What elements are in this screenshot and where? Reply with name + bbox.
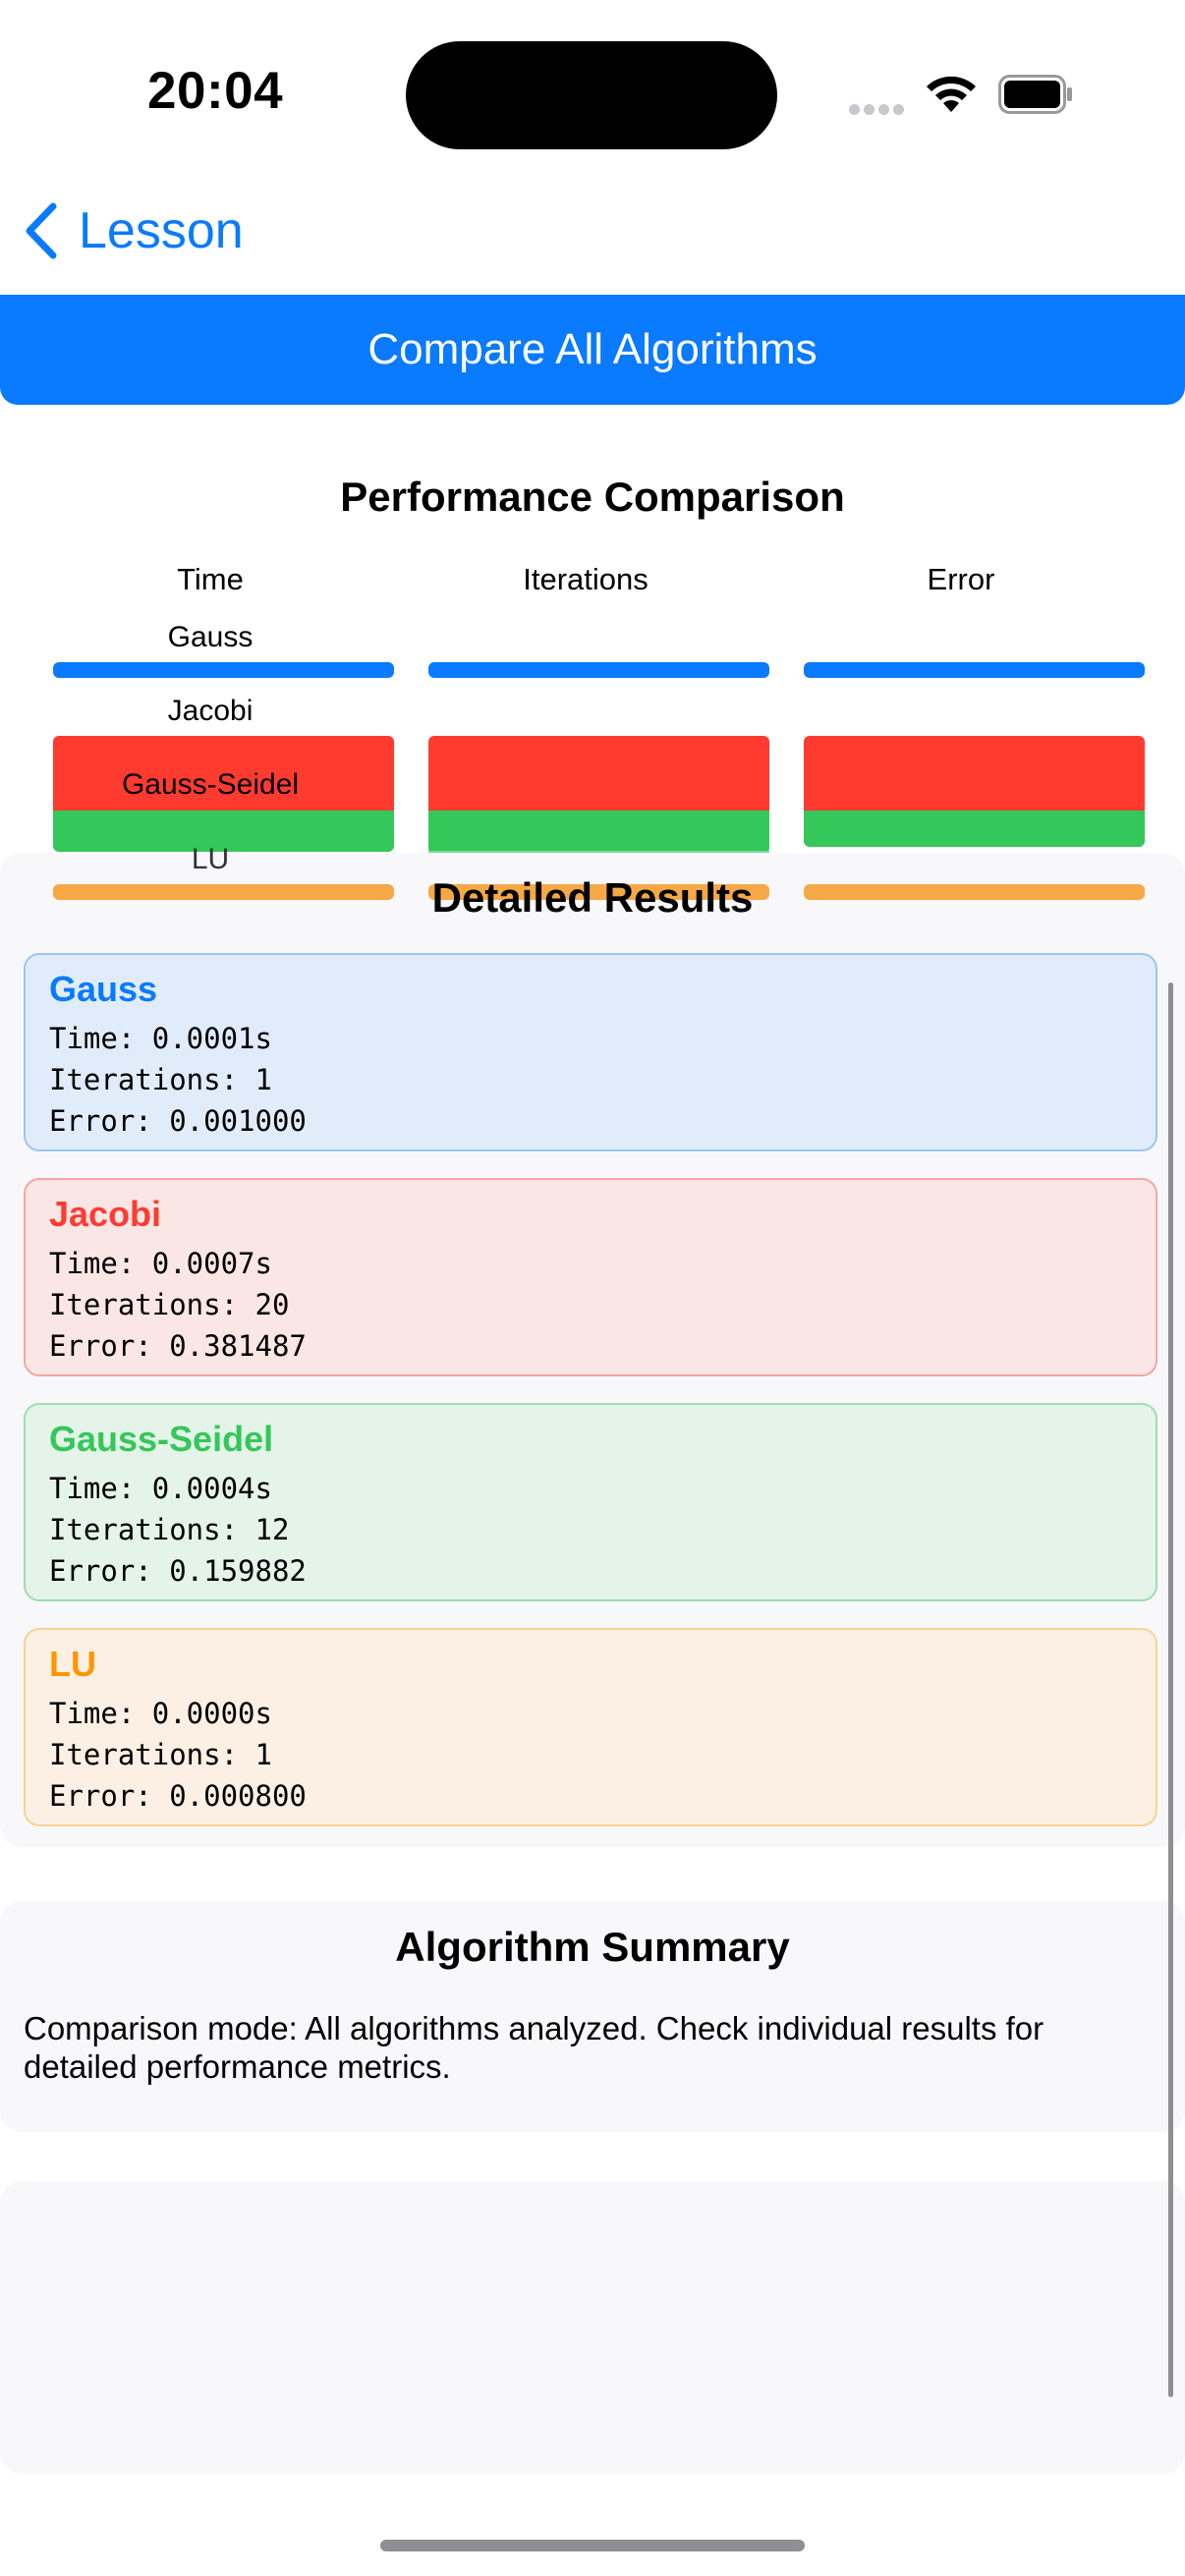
card-iterations: Iterations: 1 [49,1738,272,1771]
card-title: Gauss [49,969,158,1009]
back-button[interactable]: Lesson [24,196,244,265]
card-time: Time: 0.0007s [49,1247,272,1280]
card-iterations: Iterations: 12 [49,1513,290,1546]
bar-label-gauss: Gauss [167,621,254,653]
dynamic-island [406,41,777,149]
bar-gauss-error [804,662,1145,678]
card-title: Jacobi [49,1194,162,1234]
summary-text: Comparison mode: All algorithms analyzed… [24,2010,1044,2085]
status-time: 20:04 [147,62,284,120]
result-card-lu: LU Time: 0.0000s Iterations: 1 Error: 0.… [24,1628,1157,1826]
bar-gauss-seidel-iterations [428,811,769,854]
bar-gauss-time [53,662,394,678]
card-error: Error: 0.001000 [49,1104,307,1138]
card-title: Gauss-Seidel [49,1419,274,1459]
back-label: Lesson [79,202,244,259]
detailed-results-title: Detailed Results [431,874,754,921]
compare-all-button[interactable]: Compare All Algorithms [0,295,1185,405]
battery-icon [998,75,1073,114]
card-iterations: Iterations: 20 [49,1288,290,1321]
performance-title: Performance Comparison [340,474,845,520]
result-card-gauss-seidel: Gauss-Seidel Time: 0.0004s Iterations: 1… [24,1403,1157,1601]
bar-label-jacobi: Jacobi [167,695,254,727]
card-error: Error: 0.000800 [49,1779,307,1813]
column-header-time: Time [177,562,244,596]
result-card-jacobi: Jacobi Time: 0.0007s Iterations: 20 Erro… [24,1178,1157,1376]
card-time: Time: 0.0000s [49,1697,272,1730]
column-header-error: Error [927,562,995,596]
bar-label-lu: LU [191,843,230,875]
summary-title: Algorithm Summary [395,1924,790,1970]
scrollbar[interactable] [1168,982,1173,2397]
bar-jacobi-error [804,736,1145,811]
card-error: Error: 0.381487 [49,1329,307,1363]
card-time: Time: 0.0001s [49,1022,272,1055]
bar-label-gauss-seidel: Gauss-Seidel [121,768,300,801]
card-title: LU [49,1644,96,1684]
home-indicator[interactable] [380,2540,805,2551]
cellular-signal-icon [849,102,908,116]
wifi-icon [924,73,979,119]
bar-gauss-seidel-error [804,811,1145,847]
column-header-iterations: Iterations [523,562,649,596]
bar-gauss-iterations [428,662,769,678]
empty-panel [0,2181,1185,2474]
result-card-gauss: Gauss Time: 0.0001s Iterations: 1 Error:… [24,953,1157,1151]
bar-jacobi-iterations [428,736,769,811]
card-iterations: Iterations: 1 [49,1063,272,1096]
chevron-left-icon [26,202,57,259]
card-error: Error: 0.159882 [49,1554,307,1588]
card-time: Time: 0.0004s [49,1472,272,1505]
